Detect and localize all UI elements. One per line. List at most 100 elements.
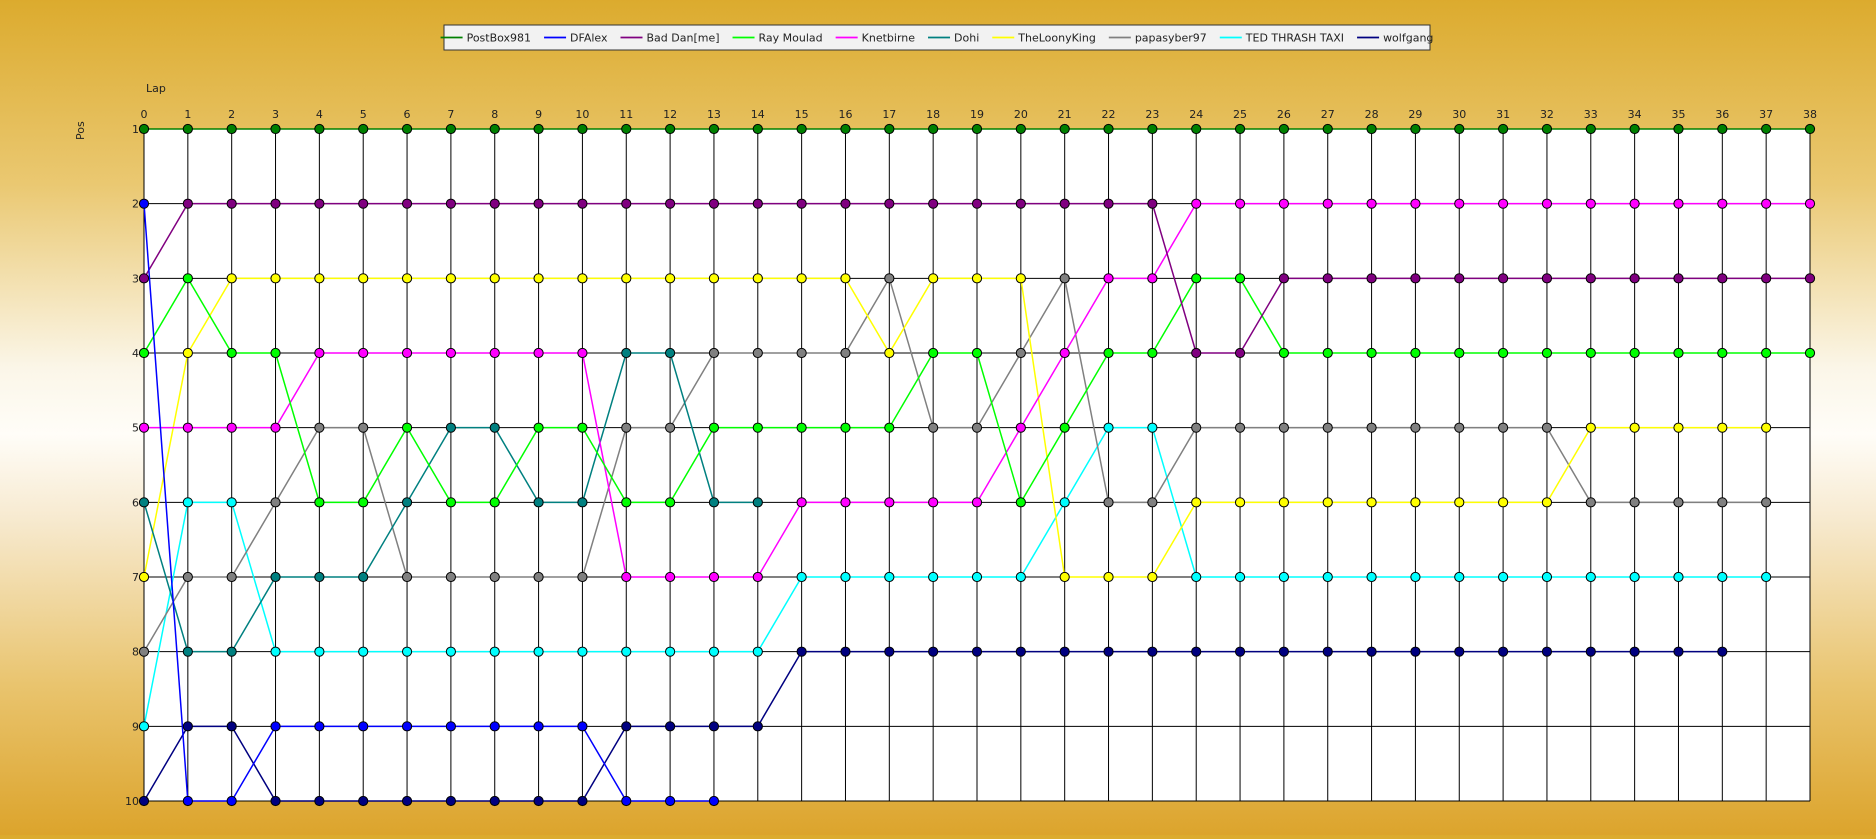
- data-point: [401, 198, 413, 209]
- data-point: [1717, 347, 1728, 359]
- x-tick-label: 19: [970, 108, 984, 121]
- x-tick-label: 33: [1584, 108, 1598, 121]
- data-point: [138, 795, 150, 807]
- data-point: [1761, 198, 1772, 209]
- data-point: [1629, 273, 1640, 284]
- data-point: [708, 795, 720, 807]
- data-point: [489, 646, 500, 657]
- data-point: [401, 571, 413, 583]
- data-point: [1234, 571, 1246, 583]
- data-point: [665, 347, 676, 359]
- data-point: [1322, 198, 1333, 209]
- x-tick-label: 14: [751, 108, 765, 121]
- data-point: [489, 422, 500, 433]
- y-tick-label: 5: [132, 422, 139, 435]
- x-tick-label: 3: [272, 108, 279, 121]
- data-point: [1804, 273, 1816, 284]
- data-point: [1804, 347, 1816, 359]
- data-point: [1541, 347, 1553, 359]
- x-tick-label: 31: [1496, 108, 1510, 121]
- x-tick-label: 25: [1233, 108, 1247, 121]
- x-tick-label: 37: [1759, 108, 1773, 121]
- data-point: [1059, 273, 1070, 284]
- data-point: [314, 273, 325, 284]
- data-point: [1234, 646, 1246, 657]
- data-point: [401, 347, 413, 359]
- data-point: [884, 198, 895, 209]
- data-point: [1673, 497, 1684, 508]
- data-point: [840, 123, 851, 135]
- data-point: [1410, 571, 1421, 583]
- data-point: [1761, 123, 1772, 135]
- data-point: [621, 571, 632, 583]
- data-point: [1191, 571, 1202, 583]
- data-point: [1761, 273, 1772, 284]
- data-point: [752, 721, 763, 732]
- data-point: [1585, 347, 1596, 359]
- legend-label: Bad Dan[me]: [647, 32, 720, 45]
- data-point: [138, 123, 150, 135]
- data-point: [182, 646, 193, 657]
- y-axis-label: Pos: [74, 121, 87, 140]
- data-point: [489, 497, 500, 508]
- data-point: [1103, 123, 1114, 135]
- data-point: [1761, 497, 1772, 508]
- data-point: [1322, 347, 1333, 359]
- data-point: [182, 422, 193, 433]
- data-point: [314, 721, 325, 732]
- x-tick-label: 7: [447, 108, 454, 121]
- data-point: [1191, 273, 1202, 284]
- data-point: [1629, 347, 1640, 359]
- data-point: [1454, 347, 1465, 359]
- data-point: [445, 422, 456, 433]
- data-point: [314, 422, 325, 433]
- data-point: [621, 123, 632, 135]
- data-point: [358, 571, 369, 583]
- data-point: [1717, 646, 1728, 657]
- data-point: [1103, 571, 1114, 583]
- x-tick-label: 11: [619, 108, 633, 121]
- data-point: [1191, 198, 1202, 209]
- data-point: [928, 497, 939, 508]
- data-point: [971, 646, 983, 657]
- data-point: [1585, 198, 1596, 209]
- data-point: [708, 646, 720, 657]
- data-point: [928, 273, 939, 284]
- x-tick-label: 36: [1715, 108, 1729, 121]
- data-point: [489, 721, 500, 732]
- y-tick-label: 6: [132, 496, 139, 509]
- x-tick-label: 15: [795, 108, 809, 121]
- data-point: [1585, 273, 1596, 284]
- data-point: [1629, 123, 1640, 135]
- data-point: [840, 571, 851, 583]
- data-point: [1015, 497, 1026, 508]
- data-point: [138, 571, 150, 583]
- data-point: [1366, 422, 1377, 433]
- data-point: [445, 646, 456, 657]
- data-point: [1059, 646, 1070, 657]
- data-point: [182, 198, 193, 209]
- data-point: [1147, 198, 1158, 209]
- data-point: [884, 347, 895, 359]
- data-point: [1498, 646, 1509, 657]
- data-point: [401, 646, 413, 657]
- data-point: [1366, 646, 1377, 657]
- data-point: [621, 198, 632, 209]
- x-tick-label: 30: [1452, 108, 1466, 121]
- data-point: [1147, 347, 1158, 359]
- data-point: [226, 273, 237, 284]
- data-point: [1015, 422, 1026, 433]
- data-point: [138, 646, 150, 657]
- legend-label: wolfgang: [1383, 32, 1433, 45]
- data-point: [1147, 497, 1158, 508]
- data-point: [1410, 497, 1421, 508]
- data-point: [708, 721, 720, 732]
- data-point: [1366, 273, 1377, 284]
- data-point: [1629, 646, 1640, 657]
- legend-label: TED THRASH TAXI: [1245, 32, 1344, 45]
- data-point: [1234, 123, 1246, 135]
- data-point: [358, 795, 369, 807]
- data-point: [1541, 497, 1553, 508]
- data-point: [1454, 123, 1465, 135]
- legend-label: DFAlex: [570, 32, 608, 45]
